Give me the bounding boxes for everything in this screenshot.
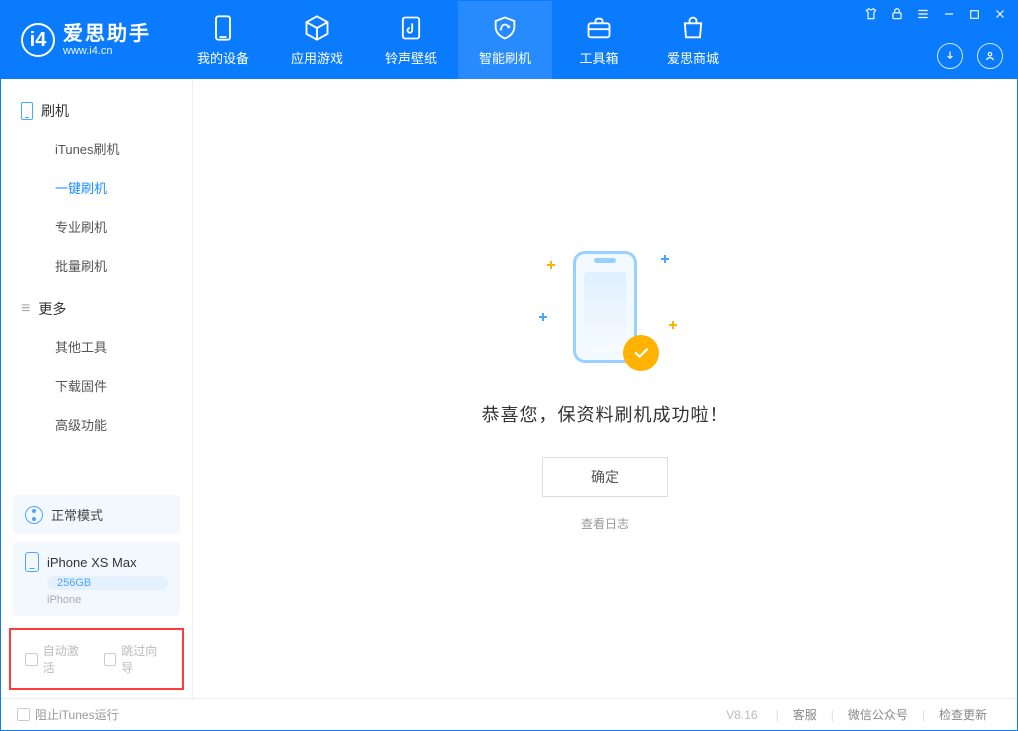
sparkle-icon: [669, 321, 677, 329]
shirt-icon[interactable]: [864, 7, 878, 21]
sidebar-item-advanced[interactable]: 高级功能: [1, 405, 192, 444]
tab-store[interactable]: 爱思商城: [646, 1, 740, 79]
device-phone-icon: [25, 552, 39, 572]
checkbox-icon: [17, 708, 30, 721]
device-type: iPhone: [47, 594, 168, 606]
app-window: i4 爱思助手 www.i4.cn 我的设备 应用游戏 铃声壁纸 智能刷机: [0, 0, 1018, 731]
checkbox-block-itunes[interactable]: 阻止iTunes运行: [17, 706, 119, 723]
phone-outline-icon: [21, 102, 33, 120]
header-action-buttons: [937, 43, 1003, 69]
support-link[interactable]: 客服: [779, 706, 831, 723]
success-check-badge-icon: [623, 335, 659, 371]
checkbox-icon: [25, 653, 38, 666]
tab-my-device[interactable]: 我的设备: [176, 1, 270, 79]
success-title: 恭喜您，保资料刷机成功啦！: [482, 401, 729, 427]
view-log-link[interactable]: 查看日志: [581, 515, 629, 532]
sparkle-icon: [661, 255, 669, 263]
minimize-button[interactable]: [942, 7, 956, 21]
version-label: V8.16: [726, 708, 757, 722]
sidebar-item-batch-flash[interactable]: 批量刷机: [1, 246, 192, 285]
statusbar: 阻止iTunes运行 V8.16 | 客服 | 微信公众号 | 检查更新: [1, 698, 1017, 730]
tab-toolbox[interactable]: 工具箱: [552, 1, 646, 79]
main-content: 恭喜您，保资料刷机成功啦！ 确定 查看日志: [193, 79, 1017, 698]
sidebar-item-onekey-flash[interactable]: 一键刷机: [1, 168, 192, 207]
app-title: 爱思助手: [63, 23, 151, 45]
device-name: iPhone XS Max: [47, 555, 137, 570]
window-util-buttons: [864, 7, 1007, 21]
nav-tabs: 我的设备 应用游戏 铃声壁纸 智能刷机 工具箱 爱思商城: [176, 1, 740, 79]
account-button[interactable]: [977, 43, 1003, 69]
maximize-button[interactable]: [968, 8, 981, 21]
logo-icon: i4: [21, 23, 55, 57]
download-button[interactable]: [937, 43, 963, 69]
cube-icon: [303, 14, 331, 42]
sidebar-item-other-tools[interactable]: 其他工具: [1, 327, 192, 366]
menu-icon[interactable]: [916, 7, 930, 21]
device-info-row[interactable]: iPhone XS Max 256GB iPhone: [13, 542, 180, 616]
checkbox-auto-activate[interactable]: 自动激活: [25, 642, 90, 676]
check-update-link[interactable]: 检查更新: [925, 706, 1001, 723]
sidebar: 刷机 iTunes刷机 一键刷机 专业刷机 批量刷机 ≡ 更多 其他工具 下载固…: [1, 79, 193, 698]
tab-ringtones-wallpapers[interactable]: 铃声壁纸: [364, 1, 458, 79]
success-illustration: [545, 245, 665, 375]
sparkle-icon: [547, 261, 555, 269]
logo: i4 爱思助手 www.i4.cn: [1, 23, 176, 57]
ok-button[interactable]: 确定: [542, 457, 668, 497]
titlebar: i4 爱思助手 www.i4.cn 我的设备 应用游戏 铃声壁纸 智能刷机: [1, 1, 1017, 79]
lock-icon[interactable]: [890, 7, 904, 21]
body: 刷机 iTunes刷机 一键刷机 专业刷机 批量刷机 ≡ 更多 其他工具 下载固…: [1, 79, 1017, 698]
sidebar-head-more: ≡ 更多: [1, 291, 192, 327]
refresh-shield-icon: [491, 14, 519, 42]
music-file-icon: [397, 14, 425, 42]
tab-smart-flash[interactable]: 智能刷机: [458, 1, 552, 79]
sidebar-item-itunes-flash[interactable]: iTunes刷机: [1, 129, 192, 168]
list-icon: ≡: [21, 301, 30, 317]
sidebar-item-download-firmware[interactable]: 下载固件: [1, 366, 192, 405]
mode-icon: [25, 506, 43, 524]
bag-icon: [679, 14, 707, 42]
device-mode-label: 正常模式: [51, 505, 103, 524]
device-capacity: 256GB: [47, 576, 168, 590]
sidebar-head-flash: 刷机: [1, 93, 192, 129]
tab-apps-games[interactable]: 应用游戏: [270, 1, 364, 79]
sidebar-item-pro-flash[interactable]: 专业刷机: [1, 207, 192, 246]
flash-options-highlight: 自动激活 跳过向导: [9, 628, 184, 690]
briefcase-icon: [585, 14, 613, 42]
checkbox-skip-guide[interactable]: 跳过向导: [104, 642, 169, 676]
phone-icon: [209, 14, 237, 42]
wechat-link[interactable]: 微信公众号: [834, 706, 922, 723]
close-button[interactable]: [993, 7, 1007, 21]
checkbox-icon: [104, 653, 117, 666]
device-mode-row[interactable]: 正常模式: [13, 495, 180, 534]
device-panel: 正常模式 iPhone XS Max 256GB iPhone: [13, 495, 180, 616]
app-url: www.i4.cn: [63, 45, 151, 57]
sparkle-icon: [539, 313, 547, 321]
